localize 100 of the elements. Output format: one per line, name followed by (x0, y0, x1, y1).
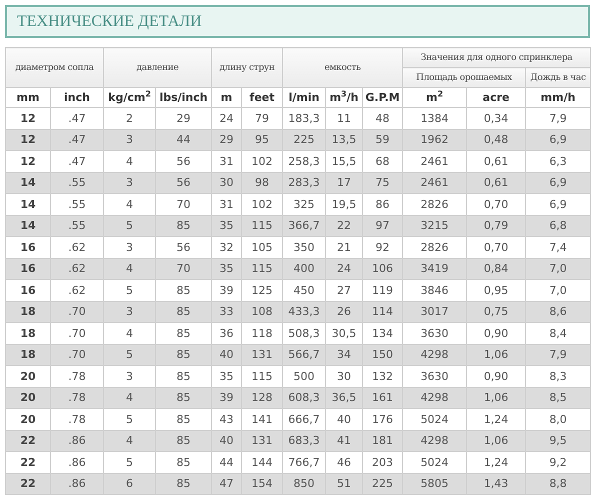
table-cell: 114 (362, 301, 403, 322)
table-cell: 850 (282, 473, 326, 494)
unit-header: lbs/inch (156, 88, 212, 108)
table-cell: 2461 (402, 150, 467, 172)
table-cell: 8,0 (526, 408, 591, 430)
table-cell: 225 (362, 473, 403, 494)
table-cell: 1,06 (466, 387, 526, 408)
table-cell: 27 (326, 280, 363, 301)
unit-header: G.P.M (362, 88, 403, 108)
table-cell: .78 (50, 387, 104, 408)
table-cell: 79 (242, 108, 283, 129)
table-cell: 85 (156, 430, 212, 452)
table-cell: 2461 (402, 172, 467, 194)
table-cell: 115 (242, 366, 283, 387)
table-cell: 144 (242, 452, 283, 473)
table-cell: 36,5 (326, 387, 363, 408)
table-cell: 85 (156, 215, 212, 236)
table-cell: 0,70 (466, 194, 526, 215)
table-cell: 566,7 (282, 344, 326, 366)
table-cell: 16 (6, 236, 50, 258)
table-cell: 85 (156, 280, 212, 301)
table-cell: 41 (326, 430, 363, 452)
table-cell: 0,61 (466, 150, 526, 172)
table-cell: 85 (156, 366, 212, 387)
table-cell: 8,6 (526, 301, 591, 322)
table-cell: 102 (242, 150, 283, 172)
table-cell: 0,61 (466, 172, 526, 194)
table-cell: 0,84 (466, 258, 526, 280)
table-cell: 0,70 (466, 236, 526, 258)
table-cell: 2826 (402, 194, 467, 215)
table-cell: 450 (282, 280, 326, 301)
table-cell: 4 (104, 430, 156, 452)
table-cell: 95 (242, 129, 283, 150)
table-cell: 39 (212, 280, 242, 301)
table-cell: 35 (212, 215, 242, 236)
table-cell: 26 (326, 301, 363, 322)
table-cell: .47 (50, 108, 104, 129)
table-cell: 85 (156, 408, 212, 430)
table-cell: 6,9 (526, 194, 591, 215)
table-cell: 3215 (402, 215, 467, 236)
table-cell: 119 (362, 280, 403, 301)
table-cell: 3017 (402, 301, 467, 322)
table-cell: 6,3 (526, 150, 591, 172)
table-cell: 46 (326, 452, 363, 473)
table-cell: 0,95 (466, 280, 526, 301)
table-cell: 106 (362, 258, 403, 280)
table-cell: 97 (362, 215, 403, 236)
table-cell: 30 (212, 172, 242, 194)
table-cell: 0,34 (466, 108, 526, 129)
table-cell: 6,8 (526, 215, 591, 236)
table-cell: 1,06 (466, 344, 526, 366)
table-cell: 0,75 (466, 301, 526, 322)
table-cell: 4298 (402, 430, 467, 452)
table-cell: 4298 (402, 387, 467, 408)
table-cell: 33 (212, 301, 242, 322)
table-cell: 115 (242, 258, 283, 280)
table-cell: 4 (104, 322, 156, 344)
table-cell: 5024 (402, 408, 467, 430)
table-cell: 0,90 (466, 366, 526, 387)
table-cell: 8,3 (526, 366, 591, 387)
table-cell: .55 (50, 172, 104, 194)
table-cell: 0,90 (466, 322, 526, 344)
table-cell: 203 (362, 452, 403, 473)
column-group-header: давление (104, 48, 212, 88)
table-cell: 1,06 (466, 430, 526, 452)
table-cell: 43 (212, 408, 242, 430)
table-cell: 183,3 (282, 108, 326, 129)
table-cell: 0,48 (466, 129, 526, 150)
table-cell: 181 (362, 430, 403, 452)
table-cell: 8,5 (526, 387, 591, 408)
table-cell: 5 (104, 452, 156, 473)
table-cell: 35 (212, 258, 242, 280)
table-cell: 115 (242, 215, 283, 236)
table-cell: 36 (212, 322, 242, 344)
table-cell: 683,3 (282, 430, 326, 452)
table-cell: 68 (362, 150, 403, 172)
table-cell: 85 (156, 344, 212, 366)
unit-header: inch (50, 88, 104, 108)
table-cell: 11 (326, 108, 363, 129)
table-cell: 85 (156, 473, 212, 494)
table-cell: 4298 (402, 344, 467, 366)
table-cell: .55 (50, 215, 104, 236)
table-cell: 9,5 (526, 430, 591, 452)
table-cell: 44 (156, 129, 212, 150)
table-cell: 18 (6, 322, 50, 344)
table-cell: 1962 (402, 129, 467, 150)
table-cell: 70 (156, 194, 212, 215)
table-cell: 5805 (402, 473, 467, 494)
table-cell: 51 (326, 473, 363, 494)
unit-header: kg/cm$^{2}$ (104, 88, 156, 108)
column-group-header: Значения для одного спринклера (402, 48, 591, 68)
table-cell: 85 (156, 387, 212, 408)
table-cell: 176 (362, 408, 403, 430)
table-cell: 85 (156, 452, 212, 473)
table-cell: 5 (104, 408, 156, 430)
table-cell: .70 (50, 301, 104, 322)
table-cell: 225 (282, 129, 326, 150)
table-cell: 12 (6, 150, 50, 172)
table-cell: 29 (212, 129, 242, 150)
table-cell: 350 (282, 236, 326, 258)
